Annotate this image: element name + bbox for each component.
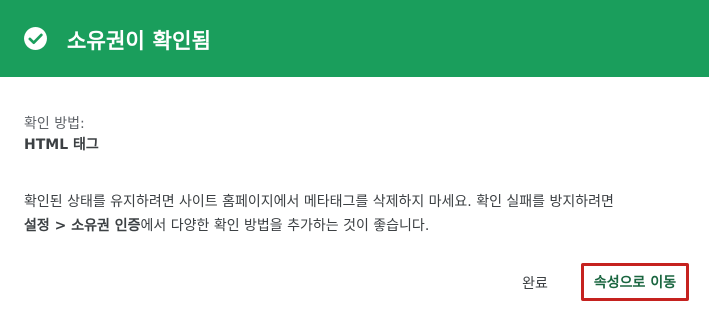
settings-path: 설정 > 소유권 인증	[24, 218, 141, 234]
description-text: 확인된 상태를 유지하려면 사이트 홈페이지에서 메타태그를 삭제하지 마세요.…	[24, 194, 614, 210]
dialog-header: 소유권이 확인됨	[0, 0, 709, 77]
verification-method-value: HTML 태그	[24, 137, 99, 153]
done-button[interactable]: 완료	[508, 266, 562, 300]
verification-method-label: 확인 방법:	[24, 116, 85, 132]
description-text-rest: 에서 다양한 확인 방법을 추가하는 것이 좋습니다.	[140, 218, 430, 234]
dialog-title: 소유권이 확인됨	[67, 29, 212, 53]
go-to-property-button[interactable]: 속성으로 이동	[581, 263, 689, 301]
description-text-continued: 설정 > 소유권 인증에서 다양한 확인 방법을 추가하는 것이 좋습니다.	[24, 217, 429, 235]
ownership-verified-dialog: 소유권이 확인됨 확인 방법: HTML 태그 확인된 상태를 유지하려면 사이…	[0, 0, 709, 319]
check-circle-icon	[24, 27, 47, 50]
